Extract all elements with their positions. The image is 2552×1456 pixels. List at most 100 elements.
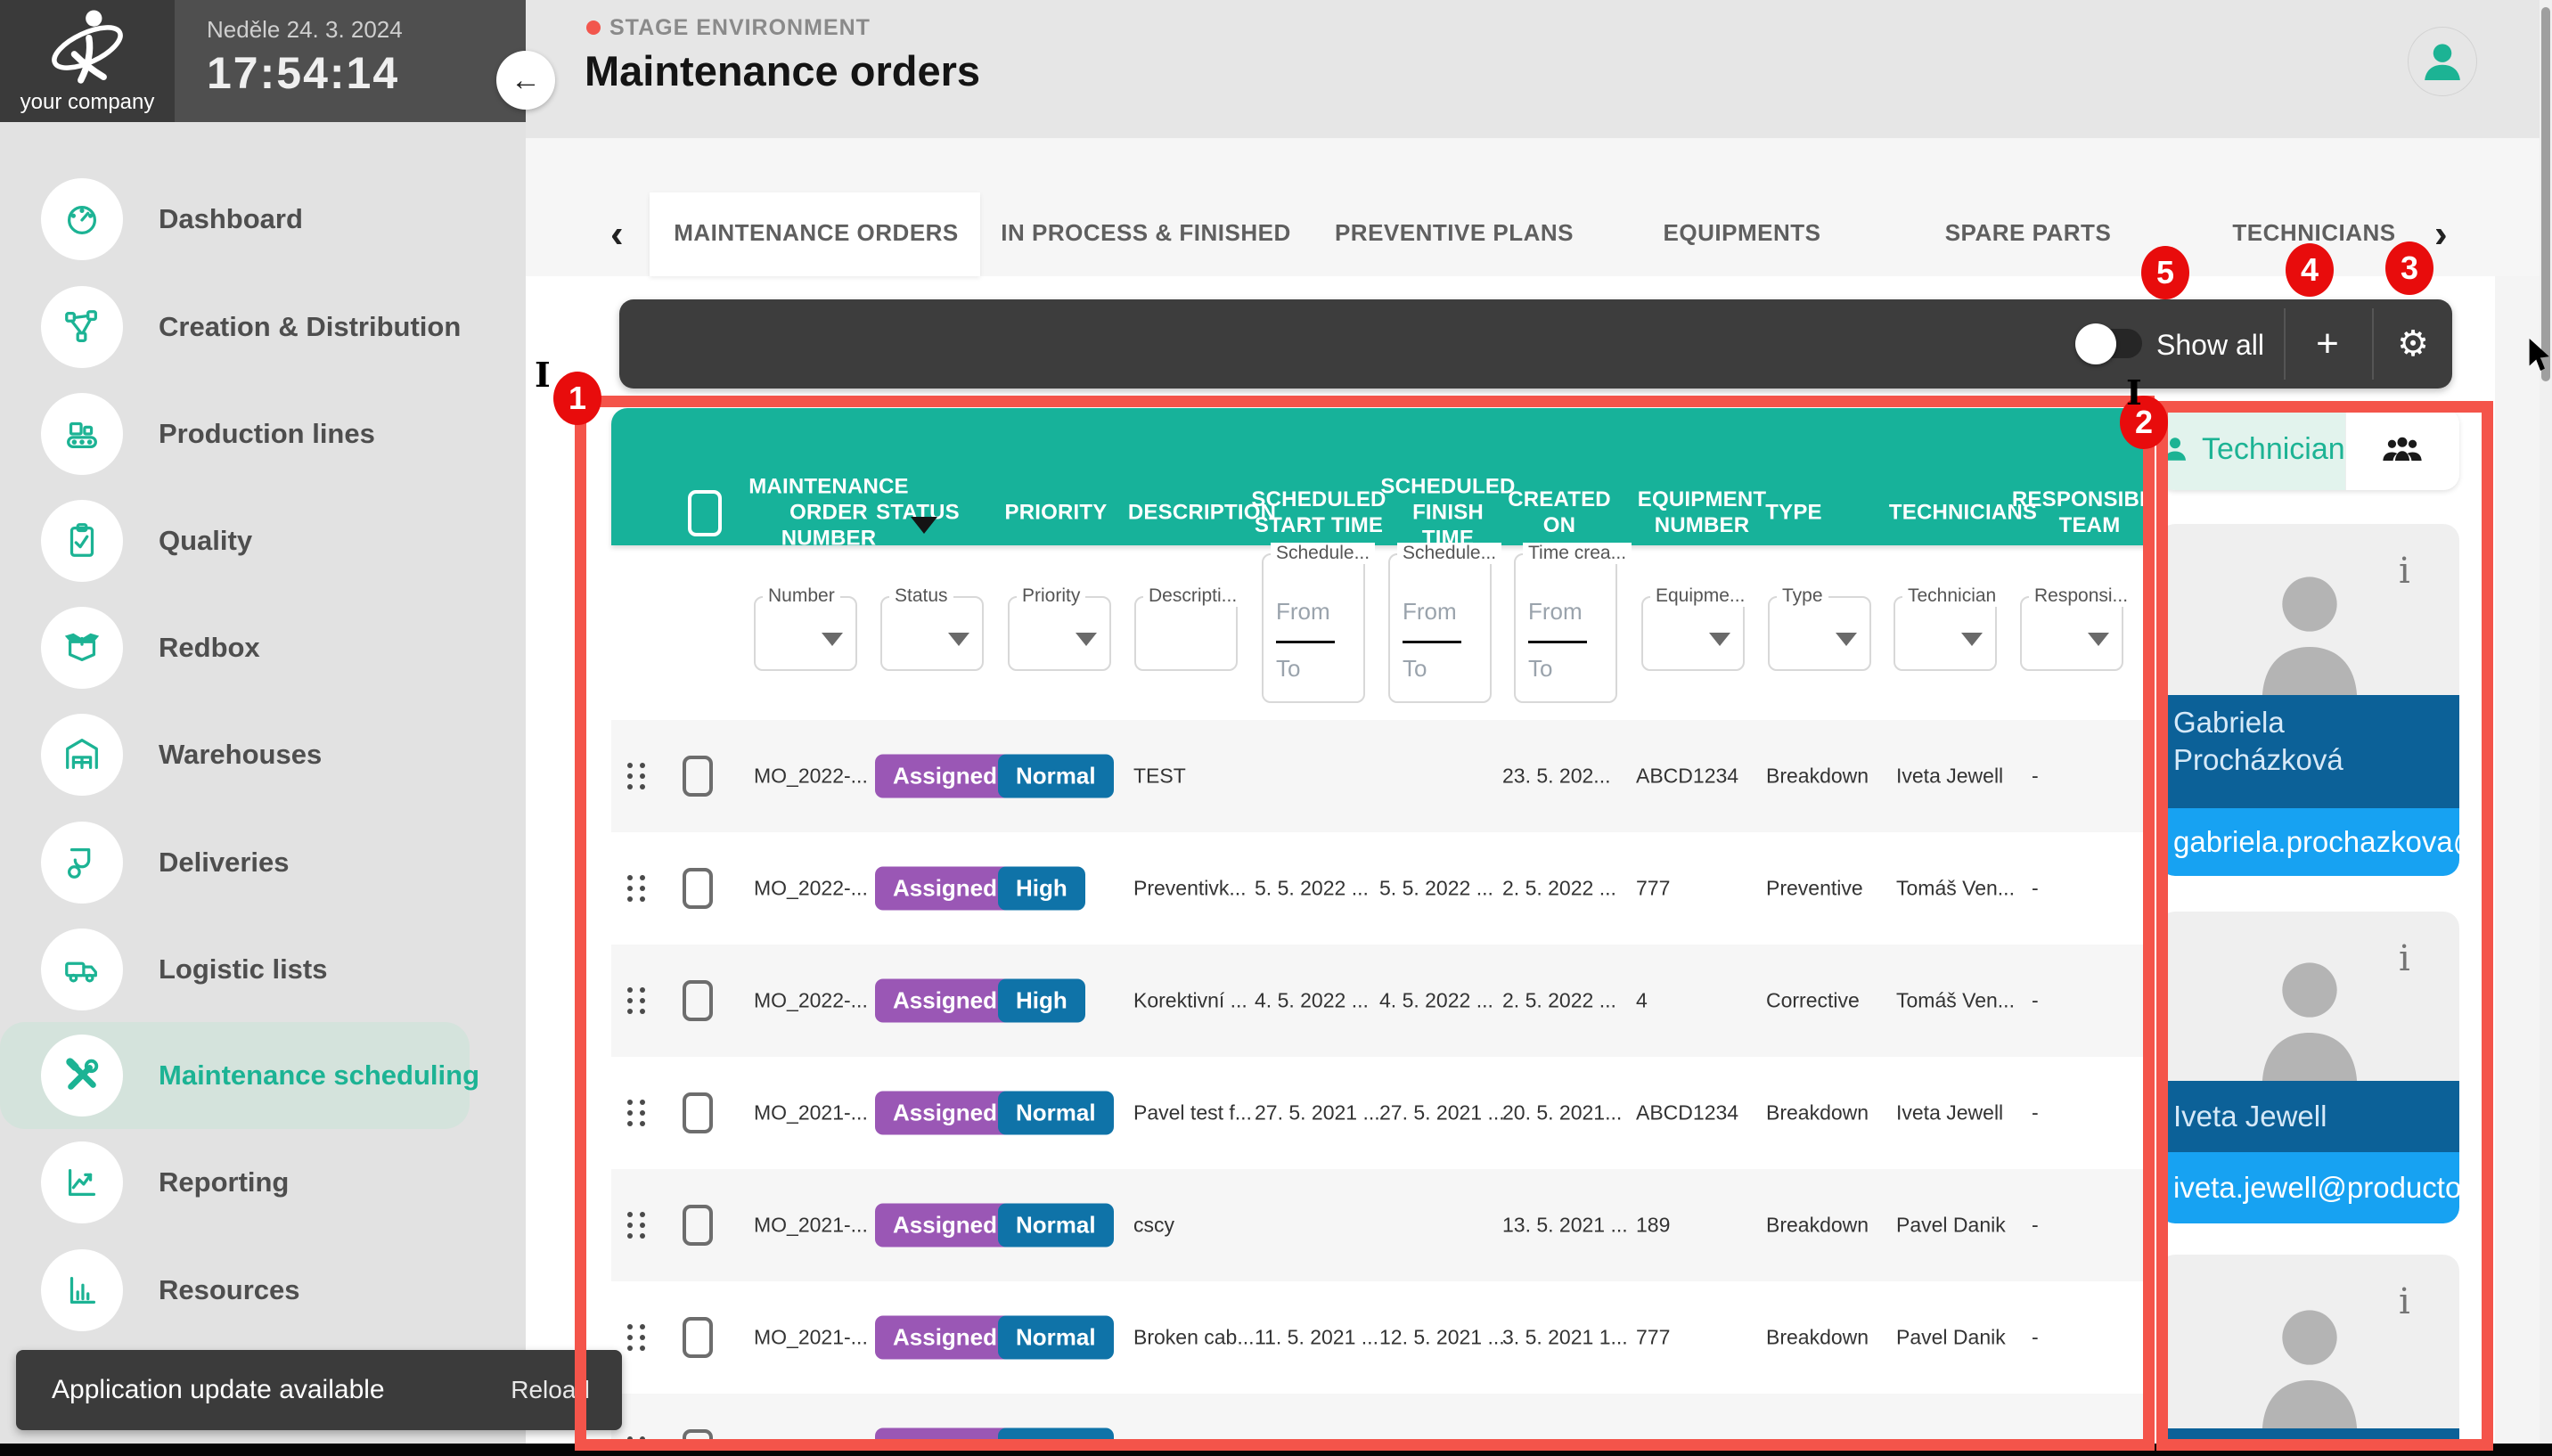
row-checkbox[interactable]: [683, 756, 713, 797]
table-row[interactable]: MO_2021-... Assigned Normal cscy 13. 5. …: [611, 1169, 2149, 1281]
clock-widget: Neděle 24. 3. 2024 17:54:14: [175, 0, 526, 122]
priority-badge: Normal: [998, 1316, 1114, 1360]
filter-to-placeholder[interactable]: To: [1276, 655, 1300, 683]
row-checkbox[interactable]: [683, 1205, 713, 1246]
panel-tab-teams[interactable]: [2345, 408, 2459, 490]
filter-description[interactable]: Descripti...: [1134, 596, 1238, 671]
reload-button[interactable]: Reload: [511, 1376, 590, 1404]
dropdown-arrow-icon: [2088, 633, 2109, 646]
sidebar-item-redbox[interactable]: Redbox: [0, 607, 526, 689]
dashboard-icon: [41, 178, 123, 260]
back-button[interactable]: ←: [496, 51, 555, 110]
filter-priority[interactable]: Priority: [1008, 596, 1111, 671]
tabs-scroll-right-icon[interactable]: ›: [2434, 212, 2448, 257]
drag-handle[interactable]: [627, 987, 650, 1014]
sidebar-item-dashboard[interactable]: Dashboard: [0, 178, 526, 260]
column-header-scheduled-start[interactable]: SCHEDULED START TIME: [1251, 487, 1386, 538]
filter-to-placeholder[interactable]: To: [1528, 655, 1552, 683]
filter-number[interactable]: Number: [754, 596, 857, 671]
tab-spare-parts[interactable]: SPARE PARTS: [1945, 219, 2112, 247]
sort-arrow-icon: [911, 517, 937, 534]
environment-label: STAGE ENVIRONMENT: [609, 15, 871, 41]
sidebar-item-deliveries[interactable]: Deliveries: [0, 822, 526, 904]
drag-handle[interactable]: [627, 1100, 650, 1126]
info-icon[interactable]: i: [2399, 1281, 2410, 1322]
sidebar-item-logistic-lists[interactable]: Logistic lists: [0, 928, 526, 1010]
technician-card-avatar[interactable]: [2159, 1255, 2459, 1428]
sidebar-item-resources[interactable]: Resources: [0, 1249, 526, 1331]
equipment-number: ABCD1234: [1636, 765, 1738, 789]
row-checkbox[interactable]: [683, 868, 713, 909]
table-row[interactable]: MO_2021-... Assigned Normal Pavel test f…: [611, 1057, 2149, 1169]
filter-equipment[interactable]: Equipme...: [1641, 596, 1745, 671]
quality-icon: [41, 500, 123, 582]
filter-scheduled-finish[interactable]: Schedule...FromTo: [1388, 553, 1492, 703]
row-checkbox[interactable]: [683, 1092, 713, 1133]
column-header-created-on[interactable]: CREATED ON: [1508, 487, 1611, 538]
drag-handle[interactable]: [627, 763, 650, 789]
panel-tabs: Technician: [2159, 408, 2459, 490]
column-header-equipment-number[interactable]: EQUIPMENT NUMBER: [1638, 487, 1766, 538]
filter-scheduled-start[interactable]: Schedule...FromTo: [1262, 553, 1365, 703]
column-header-scheduled-finish[interactable]: SCHEDULED FINISH TIME: [1380, 474, 1515, 552]
column-header-type[interactable]: TYPE: [1765, 500, 1821, 526]
sidebar-item-label: Maintenance scheduling: [159, 1059, 479, 1092]
sidebar-item-warehouses[interactable]: Warehouses: [0, 714, 526, 796]
filter-from-placeholder[interactable]: From: [1276, 598, 1330, 626]
settings-button[interactable]: ⚙: [2377, 314, 2449, 374]
filter-from-placeholder[interactable]: From: [1403, 598, 1457, 626]
filter-to-placeholder[interactable]: To: [1403, 655, 1427, 683]
info-icon[interactable]: i: [2399, 938, 2410, 979]
row-checkbox[interactable]: [683, 980, 713, 1021]
table-row[interactable]: MO_2022-... Assigned Normal TEST 23. 5. …: [611, 720, 2149, 832]
sidebar-item-maintenance-scheduling[interactable]: Maintenance scheduling: [0, 1035, 526, 1117]
user-avatar-button[interactable]: [2408, 27, 2477, 96]
add-order-button[interactable]: +: [2292, 314, 2363, 374]
tab-technicians[interactable]: TECHNICIANS: [2232, 219, 2395, 247]
tab-equipments[interactable]: EQUIPMENTS: [1664, 219, 1821, 247]
plus-icon: +: [2316, 322, 2339, 366]
created-on: 2. 5. 2022 ...: [1502, 877, 1616, 901]
table-row[interactable]: MO_2021-... Assigned Normal Broken cab..…: [611, 1281, 2149, 1394]
sidebar-item-label: Redbox: [159, 632, 260, 664]
technician-email: gabriela.prochazkova@: [2159, 808, 2459, 876]
row-checkbox[interactable]: [683, 1317, 713, 1358]
filter-technician[interactable]: Technician: [1894, 596, 1997, 671]
filter-time-created[interactable]: Time crea...FromTo: [1514, 553, 1617, 703]
scrollbar-thumb[interactable]: [2541, 7, 2550, 381]
drag-handle[interactable]: [627, 1212, 650, 1239]
table-row[interactable]: MO_2022-... Assigned High Korektivní ...…: [611, 945, 2149, 1057]
select-all-checkbox[interactable]: [688, 490, 722, 536]
tabs-scroll-left-icon[interactable]: ‹: [610, 212, 624, 257]
show-all-toggle-knob[interactable]: [2075, 323, 2116, 364]
technicians: Tomáš Ven...: [1896, 989, 2015, 1013]
tab-maintenance-orders[interactable]: MAINTENANCE ORDERS: [674, 219, 959, 247]
scheduled-finish: 4. 5. 2022 ...: [1379, 989, 1493, 1013]
panel-tab-technician[interactable]: Technician: [2159, 408, 2345, 490]
sidebar-item-quality[interactable]: Quality: [0, 500, 526, 582]
sidebar-item-production-lines[interactable]: Production lines: [0, 393, 526, 475]
column-header-priority[interactable]: PRIORITY: [1005, 500, 1108, 526]
sidebar-item-reporting[interactable]: Reporting: [0, 1141, 526, 1223]
description: Broken cab...: [1133, 1326, 1255, 1350]
technician-card-avatar[interactable]: [2159, 524, 2459, 695]
table-row[interactable]: MO_2022-... Assigned High Preventivk... …: [611, 832, 2149, 945]
filter-responsible-team[interactable]: Responsi...: [2020, 596, 2123, 671]
drag-handle[interactable]: [627, 875, 650, 902]
technicians: Pavel Danik: [1896, 1326, 2006, 1350]
info-icon[interactable]: i: [2399, 551, 2410, 592]
equipment-number: 777: [1636, 1326, 1670, 1350]
technician-card-avatar[interactable]: [2159, 912, 2459, 1081]
scheduled-start: 27. 5. 2021 ...: [1255, 1101, 1380, 1125]
responsible-team: -: [2032, 1214, 2039, 1238]
created-on: 13. 5. 2021 ...: [1502, 1214, 1628, 1238]
filter-from-placeholder[interactable]: From: [1528, 598, 1583, 626]
sidebar-item-creation-distribution[interactable]: Creation & Distribution: [0, 286, 526, 368]
filter-type[interactable]: Type: [1768, 596, 1871, 671]
priority-badge: Normal: [998, 1092, 1114, 1135]
column-header-responsible-team[interactable]: RESPONSIBLE TEAM: [2012, 487, 2167, 538]
tab-preventive-plans[interactable]: PREVENTIVE PLANS: [1335, 219, 1574, 247]
tab-in-process-finished[interactable]: IN PROCESS & FINISHED: [1001, 219, 1290, 247]
drag-handle[interactable]: [627, 1324, 650, 1351]
filter-status[interactable]: Status: [880, 596, 984, 671]
